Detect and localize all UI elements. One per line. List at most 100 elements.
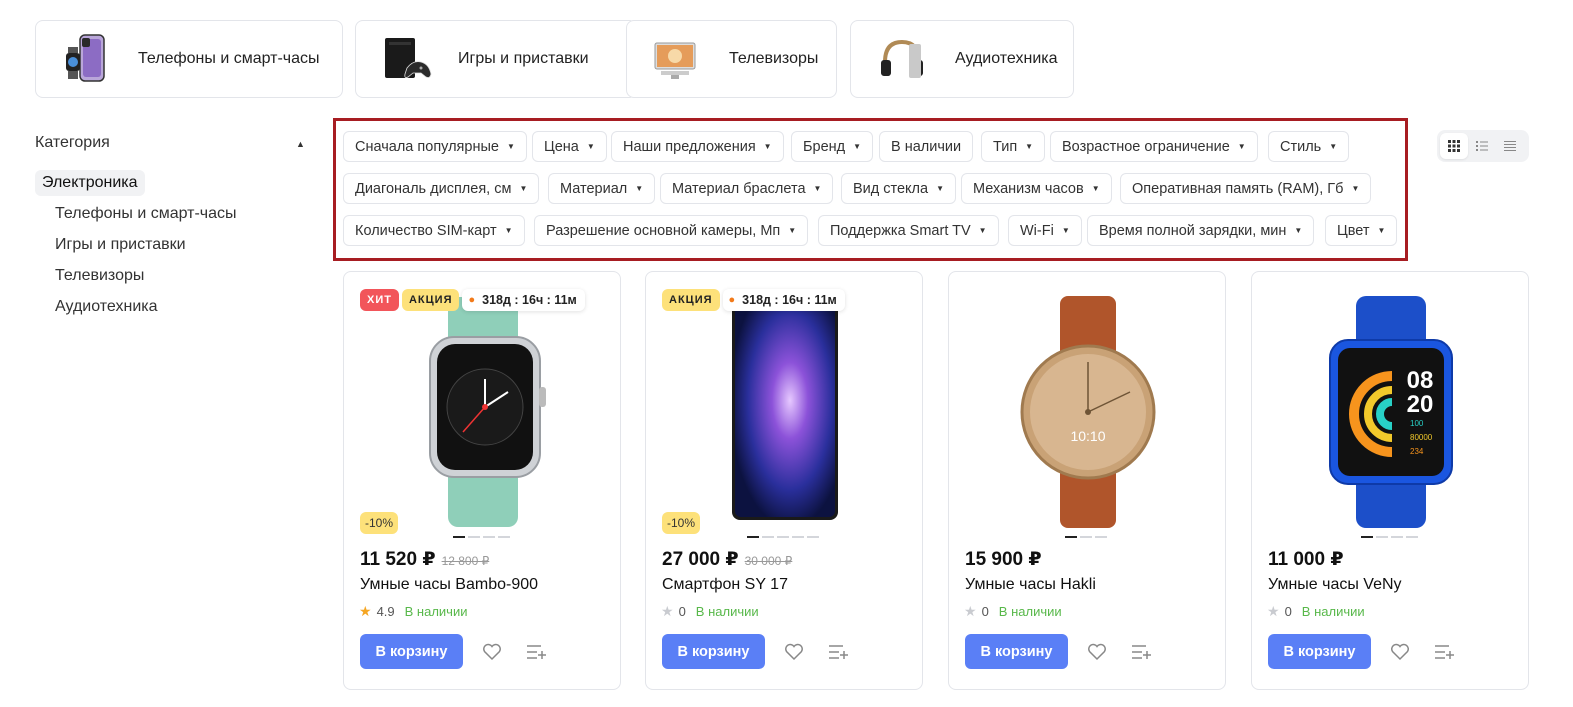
product-title[interactable]: Умные часы Bambo-900 — [360, 576, 538, 594]
filter-label: Материал браслета — [672, 180, 806, 197]
watch-stat: 80000 — [1410, 433, 1433, 442]
filter-label: Бренд — [803, 138, 846, 155]
dropdown-arrow-icon: ▼ — [1025, 142, 1034, 151]
favorite-heart-icon[interactable] — [481, 641, 503, 663]
filter-label: Цена — [544, 138, 579, 155]
sidebar-item-tvs[interactable]: Телевизоры — [55, 267, 144, 285]
filter-brand[interactable]: Бренд ▼ — [791, 131, 874, 162]
dropdown-arrow-icon: ▼ — [1377, 226, 1386, 235]
filter-ram[interactable]: Оперативная память (RAM), Гб ▼ — [1120, 173, 1372, 204]
product-card[interactable]: 10:10 15 900 ₽ Умные часы Hakli ★ 0 В на… — [948, 271, 1226, 690]
filter-strap-material[interactable]: Материал браслета ▼ — [660, 173, 834, 204]
product-card[interactable]: ХИТ АКЦИЯ ● 318д : 16ч : 11м -10% 11 520 … — [343, 271, 621, 690]
sidebar-item-games[interactable]: Игры и приставки — [55, 236, 186, 254]
sidebar-item-electronics[interactable]: Электроника — [35, 170, 145, 196]
sidebar-item-phones[interactable]: Телефоны и смарт-часы — [55, 205, 237, 223]
product-card[interactable]: АКЦИЯ ● 318д : 16ч : 11м -10% 27 000 ₽30 … — [645, 271, 923, 690]
filter-price[interactable]: Цена ▼ — [532, 131, 607, 162]
dropdown-arrow-icon: ▼ — [519, 184, 528, 193]
sidebar-item-audio[interactable]: Аудиотехника — [55, 298, 158, 316]
filter-material[interactable]: Материал ▼ — [548, 173, 656, 204]
category-card-phones[interactable]: Телефоны и смарт-часы — [35, 20, 343, 98]
watch-time: 10:10 — [1070, 428, 1105, 444]
fire-icon: ● — [468, 294, 476, 306]
filter-wifi[interactable]: Wi-Fi ▼ — [1008, 215, 1082, 246]
compare-list-icon[interactable] — [526, 641, 548, 663]
product-title[interactable]: Умные часы Hakli — [965, 576, 1096, 594]
product-image[interactable] — [662, 284, 908, 540]
category-card-audio[interactable]: Аудиотехника — [850, 20, 1074, 98]
dropdown-arrow-icon: ▼ — [1237, 142, 1246, 151]
compact-list-view-button[interactable] — [1496, 133, 1524, 159]
image-pager[interactable] — [747, 536, 819, 538]
filter-style[interactable]: Стиль ▼ — [1268, 131, 1350, 162]
filter-age[interactable]: Возрастное ограничение ▼ — [1050, 131, 1258, 162]
product-image[interactable]: 10:10 — [965, 284, 1211, 540]
dropdown-arrow-icon: ▼ — [586, 142, 595, 151]
discount-badge: -10% — [360, 512, 399, 534]
product-title[interactable]: Смартфон SY 17 — [662, 576, 788, 594]
favorite-heart-icon[interactable] — [1086, 641, 1108, 663]
image-pager[interactable] — [453, 536, 510, 538]
compare-list-icon[interactable] — [1434, 641, 1456, 663]
product-meta: ★ 0 В наличии — [661, 603, 759, 620]
rating-value: 0 — [981, 604, 989, 619]
rating-value: 0 — [1284, 604, 1292, 619]
stock-status: В наличии — [404, 604, 468, 619]
fire-icon: ● — [728, 294, 736, 306]
filter-glass[interactable]: Вид стекла ▼ — [841, 173, 957, 204]
filter-in-stock[interactable]: В наличии — [879, 131, 974, 162]
compare-list-icon[interactable] — [828, 641, 850, 663]
analog-watch-image: 10:10 — [1020, 296, 1156, 528]
rating-value: 4.9 — [376, 604, 395, 619]
compare-list-icon[interactable] — [1131, 641, 1153, 663]
add-to-cart-button[interactable]: В корзину — [662, 634, 765, 669]
product-image[interactable]: 08 20 100 80000 234 — [1268, 284, 1514, 540]
filter-smart-tv[interactable]: Поддержка Smart TV ▼ — [818, 215, 999, 246]
filter-offers[interactable]: Наши предложения ▼ — [611, 131, 784, 162]
add-to-cart-button[interactable]: В корзину — [1268, 634, 1371, 669]
filter-color[interactable]: Цвет ▼ — [1325, 215, 1398, 246]
add-to-cart-button[interactable]: В корзину — [360, 634, 463, 669]
discount-badge: -10% — [662, 512, 701, 534]
sale-badge: АКЦИЯ — [401, 289, 460, 311]
old-price: 12 800 ₽ — [441, 554, 490, 568]
watch-hour: 08 — [1407, 367, 1434, 394]
stock-status: В наличии — [998, 604, 1062, 619]
dropdown-arrow-icon: ▼ — [504, 226, 513, 235]
dropdown-arrow-icon: ▼ — [788, 226, 797, 235]
favorite-heart-icon[interactable] — [1389, 641, 1411, 663]
image-pager[interactable] — [1065, 536, 1107, 538]
favorite-heart-icon[interactable] — [783, 641, 805, 663]
product-image[interactable] — [360, 284, 606, 540]
image-pager[interactable] — [1361, 536, 1418, 538]
category-card-label: Аудиотехника — [955, 50, 1058, 67]
list-view-button[interactable] — [1468, 133, 1496, 159]
dropdown-arrow-icon: ▼ — [506, 142, 515, 151]
filter-diagonal[interactable]: Диагональ дисплея, см ▼ — [343, 173, 540, 204]
filter-label: Стиль — [1280, 138, 1322, 155]
filter-camera[interactable]: Разрешение основной камеры, Мп ▼ — [534, 215, 809, 246]
filter-sim[interactable]: Количество SIM-карт ▼ — [343, 215, 525, 246]
grid-view-button[interactable] — [1440, 133, 1468, 159]
dropdown-arrow-icon: ▼ — [978, 226, 987, 235]
rating-value: 0 — [678, 604, 686, 619]
filter-label: Вид стекла — [853, 180, 929, 197]
star-icon: ★ — [964, 603, 977, 619]
product-card[interactable]: 08 20 100 80000 234 11 000 ₽ Умные часы … — [1251, 271, 1529, 690]
grid-icon — [1448, 140, 1460, 152]
filter-charge-time[interactable]: Время полной зарядки, мин ▼ — [1087, 215, 1315, 246]
filter-label: Оперативная память (RAM), Гб — [1132, 180, 1344, 197]
filter-mechanism[interactable]: Механизм часов ▼ — [961, 173, 1112, 204]
phone-watch-thumb-icon — [58, 30, 116, 88]
category-card-games[interactable]: Игры и приставки — [355, 20, 637, 98]
sidebar-title[interactable]: Категория — [35, 134, 110, 152]
sale-badge: АКЦИЯ — [662, 289, 720, 311]
category-card-tvs[interactable]: Телевизоры — [626, 20, 837, 98]
filter-type[interactable]: Тип ▼ — [981, 131, 1046, 162]
collapse-caret-icon[interactable]: ▲ — [296, 139, 305, 149]
product-title[interactable]: Умные часы VeNy — [1268, 576, 1402, 594]
filter-label: Время полной зарядки, мин — [1099, 222, 1287, 239]
add-to-cart-button[interactable]: В корзину — [965, 634, 1068, 669]
filter-sort[interactable]: Сначала популярные ▼ — [343, 131, 527, 162]
